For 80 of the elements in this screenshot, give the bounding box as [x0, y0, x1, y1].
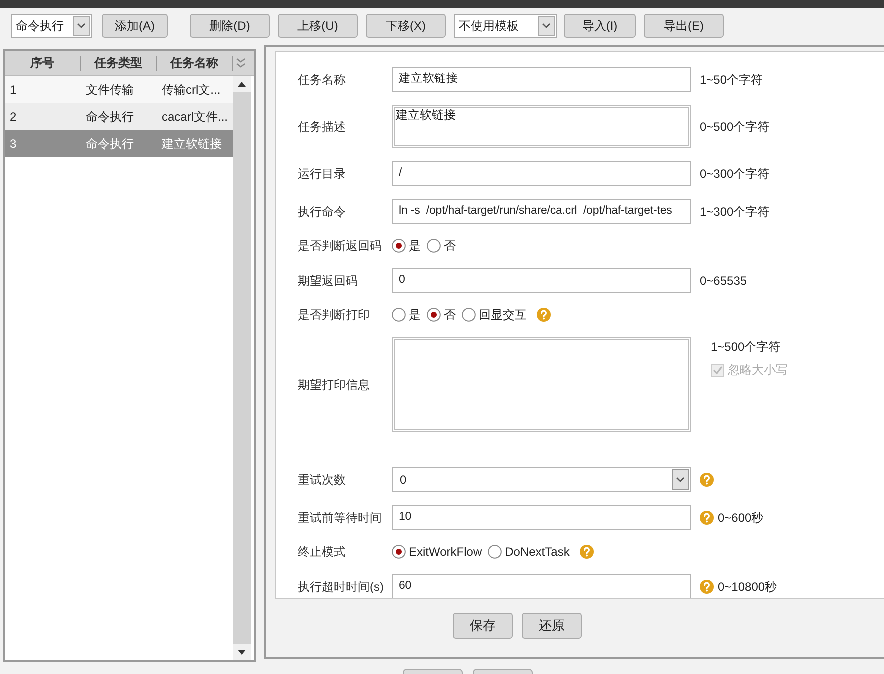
radio-label: 是	[409, 307, 421, 324]
radio-label: 回显交互	[479, 307, 527, 324]
field-label: 执行命令	[298, 204, 347, 220]
radio-button[interactable]	[488, 545, 502, 559]
action-button[interactable]: 还原	[522, 613, 582, 639]
toolbar-button[interactable]: 导出(E)	[644, 14, 724, 38]
hint-text: 0~10800秒	[718, 578, 778, 596]
radio-label: 否	[444, 238, 456, 255]
field-label: 是否判断返回码	[298, 238, 383, 255]
input-field[interactable]: 10	[392, 505, 691, 530]
table-cell: 文件传输	[86, 82, 134, 96]
text-area[interactable]: 建立软链接	[392, 105, 691, 148]
dropdown[interactable]: 命令执行	[11, 14, 92, 38]
toolbar-button[interactable]: 下移(X)	[366, 14, 446, 38]
hint-text: 0~500个字符	[700, 118, 770, 136]
table-cell: 命令执行	[86, 136, 134, 150]
hint-text: 0~300个字符	[700, 166, 770, 182]
field-label: 重试次数	[298, 472, 347, 488]
field-label: 期望打印信息	[298, 376, 371, 394]
caret-icon	[542, 23, 551, 29]
caret-icon	[676, 476, 685, 482]
help-icon[interactable]	[700, 510, 714, 524]
hint-text: 1~500个字符	[711, 339, 782, 356]
hint-text: 0~600秒	[718, 510, 764, 526]
toolbar-button[interactable]: 添加(A)	[102, 14, 168, 38]
field-label: 期望返回码	[298, 272, 359, 290]
hint-text: 0~65535	[700, 272, 748, 290]
toolbar-button[interactable]: 导入(I)	[564, 14, 636, 38]
table-cell: 传输crl文...	[162, 82, 221, 96]
checkbox-label: 忽略大小写	[728, 362, 788, 379]
table-cell: cacarl文件...	[162, 110, 228, 124]
action-button[interactable]: 保存	[453, 613, 513, 639]
input-field[interactable]: ln -s /opt/haf-target/run/share/ca.crl /opt/haf-target-tes	[392, 199, 691, 224]
help-icon[interactable]	[580, 545, 594, 559]
radio-button[interactable]	[427, 308, 441, 322]
toolbar-button[interactable]: 上移(U)	[278, 14, 358, 38]
help-icon[interactable]	[700, 472, 714, 486]
field-label: 是否判断打印	[298, 307, 371, 324]
input-field[interactable]: 建立软链接	[392, 67, 691, 92]
table-cell: 2	[10, 110, 17, 124]
column-header[interactable]: 序号	[5, 56, 81, 70]
hint-text: 1~50个字符	[700, 72, 764, 88]
table-row[interactable]: 2 命令执行 cacarl文件...	[5, 103, 233, 130]
radio-button[interactable]	[392, 239, 406, 253]
table-row[interactable]: 1 文件传输 传输crl文...	[5, 76, 233, 103]
radio-label: 否	[444, 307, 456, 324]
table-cell: 3	[10, 136, 17, 150]
radio-label: 是	[409, 238, 421, 255]
input-field[interactable]: 60	[392, 574, 691, 598]
input-field[interactable]: 0	[392, 268, 691, 293]
radio-label: DoNextTask	[505, 544, 570, 561]
help-icon[interactable]	[537, 308, 551, 322]
radio-button[interactable]	[392, 545, 406, 559]
radio-button[interactable]	[392, 308, 406, 322]
caret-icon	[77, 23, 86, 29]
field-label: 终止模式	[298, 544, 347, 561]
double-chevron-icon[interactable]	[236, 57, 246, 69]
help-icon[interactable]	[700, 580, 714, 594]
text-area[interactable]	[392, 337, 691, 432]
hint-text: 1~300个字符	[700, 204, 770, 220]
field-label: 重试前等待时间	[298, 510, 383, 526]
radio-button[interactable]	[462, 308, 476, 322]
dropdown[interactable]: 不使用模板	[454, 14, 557, 38]
scrollbar[interactable]	[233, 76, 251, 660]
column-header[interactable]: 任务类型	[81, 56, 157, 70]
column-header[interactable]: 任务名称	[157, 56, 233, 70]
scroll-down-icon[interactable]	[238, 650, 246, 654]
field-label: 任务描述	[298, 118, 347, 136]
field-label: 执行超时时间(s)	[298, 578, 385, 596]
table-cell: 1	[10, 82, 17, 96]
radio-button[interactable]	[427, 239, 441, 253]
field-label: 任务名称	[298, 72, 347, 88]
radio-label: ExitWorkFlow	[409, 544, 482, 561]
input-field[interactable]: /	[392, 161, 691, 186]
dropdown[interactable]: 0	[392, 467, 691, 492]
table-cell: 命令执行	[86, 110, 134, 124]
table-cell: 建立软链接	[162, 136, 222, 150]
field-label: 运行目录	[298, 166, 347, 182]
toolbar-button[interactable]: 删除(D)	[190, 14, 270, 38]
scroll-up-icon[interactable]	[238, 82, 246, 86]
